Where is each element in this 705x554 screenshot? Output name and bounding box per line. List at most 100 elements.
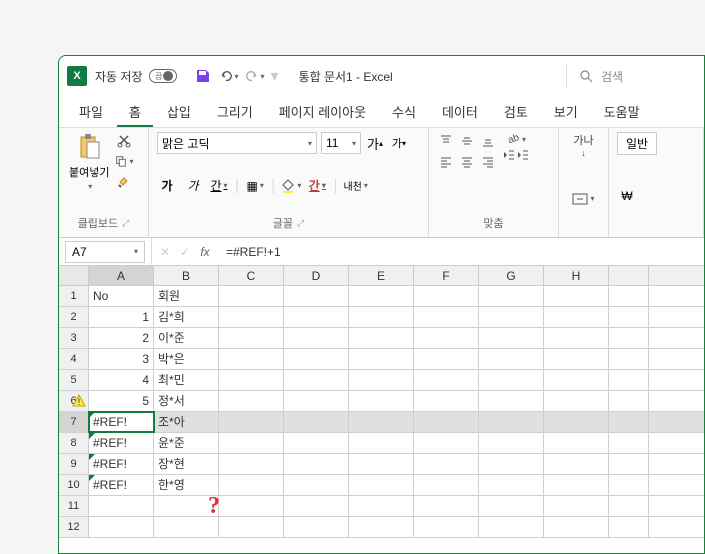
- cell-G1[interactable]: [479, 286, 544, 306]
- cell-H7[interactable]: [544, 412, 609, 432]
- currency-button[interactable]: ₩: [617, 186, 637, 206]
- cell-C7[interactable]: [219, 412, 284, 432]
- cell-H2[interactable]: [544, 307, 609, 327]
- cell-E11[interactable]: [349, 496, 414, 516]
- tab-help[interactable]: 도움말: [592, 96, 652, 127]
- cell-I5[interactable]: [609, 370, 649, 390]
- cell-A6[interactable]: 5!: [89, 391, 154, 411]
- row-header[interactable]: 2: [59, 307, 89, 327]
- cell-H10[interactable]: [544, 475, 609, 495]
- cell-C10[interactable]: [219, 475, 284, 495]
- column-header-H[interactable]: H: [544, 266, 609, 285]
- cell-A3[interactable]: 2: [89, 328, 154, 348]
- tab-home[interactable]: 홈: [117, 96, 153, 127]
- row-header[interactable]: 4: [59, 349, 89, 369]
- cell-I6[interactable]: [609, 391, 649, 411]
- cell-F12[interactable]: [414, 517, 479, 537]
- row-header[interactable]: 10: [59, 475, 89, 495]
- cell-B6[interactable]: 정*서: [154, 391, 219, 411]
- cell-A11[interactable]: [89, 496, 154, 516]
- cell-B8[interactable]: 윤*준: [154, 433, 219, 453]
- cell-E7[interactable]: [349, 412, 414, 432]
- align-center-button[interactable]: [458, 153, 476, 171]
- cell-G10[interactable]: [479, 475, 544, 495]
- cell-C6[interactable]: [219, 391, 284, 411]
- cell-E4[interactable]: [349, 349, 414, 369]
- grow-font-button[interactable]: 가▴: [365, 133, 385, 153]
- tab-draw[interactable]: 그리기: [205, 96, 265, 127]
- chevron-down-icon[interactable]: ▾: [88, 182, 92, 191]
- row-header[interactable]: 12: [59, 517, 89, 537]
- cell-D9[interactable]: [284, 454, 349, 474]
- spreadsheet-grid[interactable]: A B C D E F G H 1No회원21김*희32이*준43박*은54최*…: [59, 266, 704, 538]
- cell-D7[interactable]: [284, 412, 349, 432]
- cell-B10[interactable]: 한*영: [154, 475, 219, 495]
- cell-I11[interactable]: [609, 496, 649, 516]
- cancel-formula-button[interactable]: ✕: [156, 245, 174, 259]
- cell-C2[interactable]: [219, 307, 284, 327]
- ruby-button[interactable]: 내천▾: [343, 176, 367, 196]
- tab-view[interactable]: 보기: [542, 96, 590, 127]
- row-header[interactable]: 3: [59, 328, 89, 348]
- cell-F6[interactable]: [414, 391, 479, 411]
- autosave-toggle[interactable]: 자동 저장 끔: [95, 68, 177, 85]
- select-all-corner[interactable]: [59, 266, 89, 285]
- cell-F7[interactable]: [414, 412, 479, 432]
- column-header-F[interactable]: F: [414, 266, 479, 285]
- cell-D6[interactable]: [284, 391, 349, 411]
- undo-button[interactable]: ▾: [219, 66, 239, 86]
- align-middle-button[interactable]: [458, 132, 476, 150]
- column-header-D[interactable]: D: [284, 266, 349, 285]
- cell-E2[interactable]: [349, 307, 414, 327]
- cell-I4[interactable]: [609, 349, 649, 369]
- accept-formula-button[interactable]: ✓: [176, 245, 194, 259]
- cell-I2[interactable]: [609, 307, 649, 327]
- format-painter-button[interactable]: [115, 172, 133, 190]
- cell-H9[interactable]: [544, 454, 609, 474]
- merge-button[interactable]: ▾: [567, 193, 600, 205]
- cell-C4[interactable]: [219, 349, 284, 369]
- save-icon[interactable]: [193, 66, 213, 86]
- formula-input[interactable]: =#REF!+1: [218, 245, 704, 259]
- cell-D10[interactable]: [284, 475, 349, 495]
- cell-D12[interactable]: [284, 517, 349, 537]
- cell-B4[interactable]: 박*은: [154, 349, 219, 369]
- cell-E12[interactable]: [349, 517, 414, 537]
- cell-G11[interactable]: [479, 496, 544, 516]
- cell-A4[interactable]: 3: [89, 349, 154, 369]
- tab-insert[interactable]: 삽입: [155, 96, 203, 127]
- underline-button[interactable]: 간▾: [209, 176, 229, 196]
- cell-F11[interactable]: [414, 496, 479, 516]
- cell-I10[interactable]: [609, 475, 649, 495]
- tab-formulas[interactable]: 수식: [380, 96, 428, 127]
- cell-H4[interactable]: [544, 349, 609, 369]
- name-box[interactable]: A7▾: [65, 241, 145, 263]
- align-bottom-button[interactable]: [479, 132, 497, 150]
- chevron-down-icon[interactable]: ▾: [234, 72, 238, 81]
- cell-F10[interactable]: [414, 475, 479, 495]
- sort-button[interactable]: 가나↓: [567, 132, 600, 158]
- cell-C8[interactable]: [219, 433, 284, 453]
- cell-A7[interactable]: #REF!: [89, 412, 154, 432]
- tab-file[interactable]: 파일: [67, 96, 115, 127]
- cell-G2[interactable]: [479, 307, 544, 327]
- column-header-A[interactable]: A: [89, 266, 154, 285]
- cell-A12[interactable]: [89, 517, 154, 537]
- cell-F3[interactable]: [414, 328, 479, 348]
- cell-F9[interactable]: [414, 454, 479, 474]
- cell-B12[interactable]: [154, 517, 219, 537]
- cell-G7[interactable]: [479, 412, 544, 432]
- cell-H12[interactable]: [544, 517, 609, 537]
- cell-D5[interactable]: [284, 370, 349, 390]
- cell-A9[interactable]: #REF!: [89, 454, 154, 474]
- cell-G3[interactable]: [479, 328, 544, 348]
- cell-E3[interactable]: [349, 328, 414, 348]
- cell-A2[interactable]: 1: [89, 307, 154, 327]
- cell-F1[interactable]: [414, 286, 479, 306]
- column-header-G[interactable]: G: [479, 266, 544, 285]
- cell-A10[interactable]: #REF!: [89, 475, 154, 495]
- cell-C5[interactable]: [219, 370, 284, 390]
- border-button[interactable]: ▦▾: [245, 176, 265, 196]
- cell-D4[interactable]: [284, 349, 349, 369]
- cell-E6[interactable]: [349, 391, 414, 411]
